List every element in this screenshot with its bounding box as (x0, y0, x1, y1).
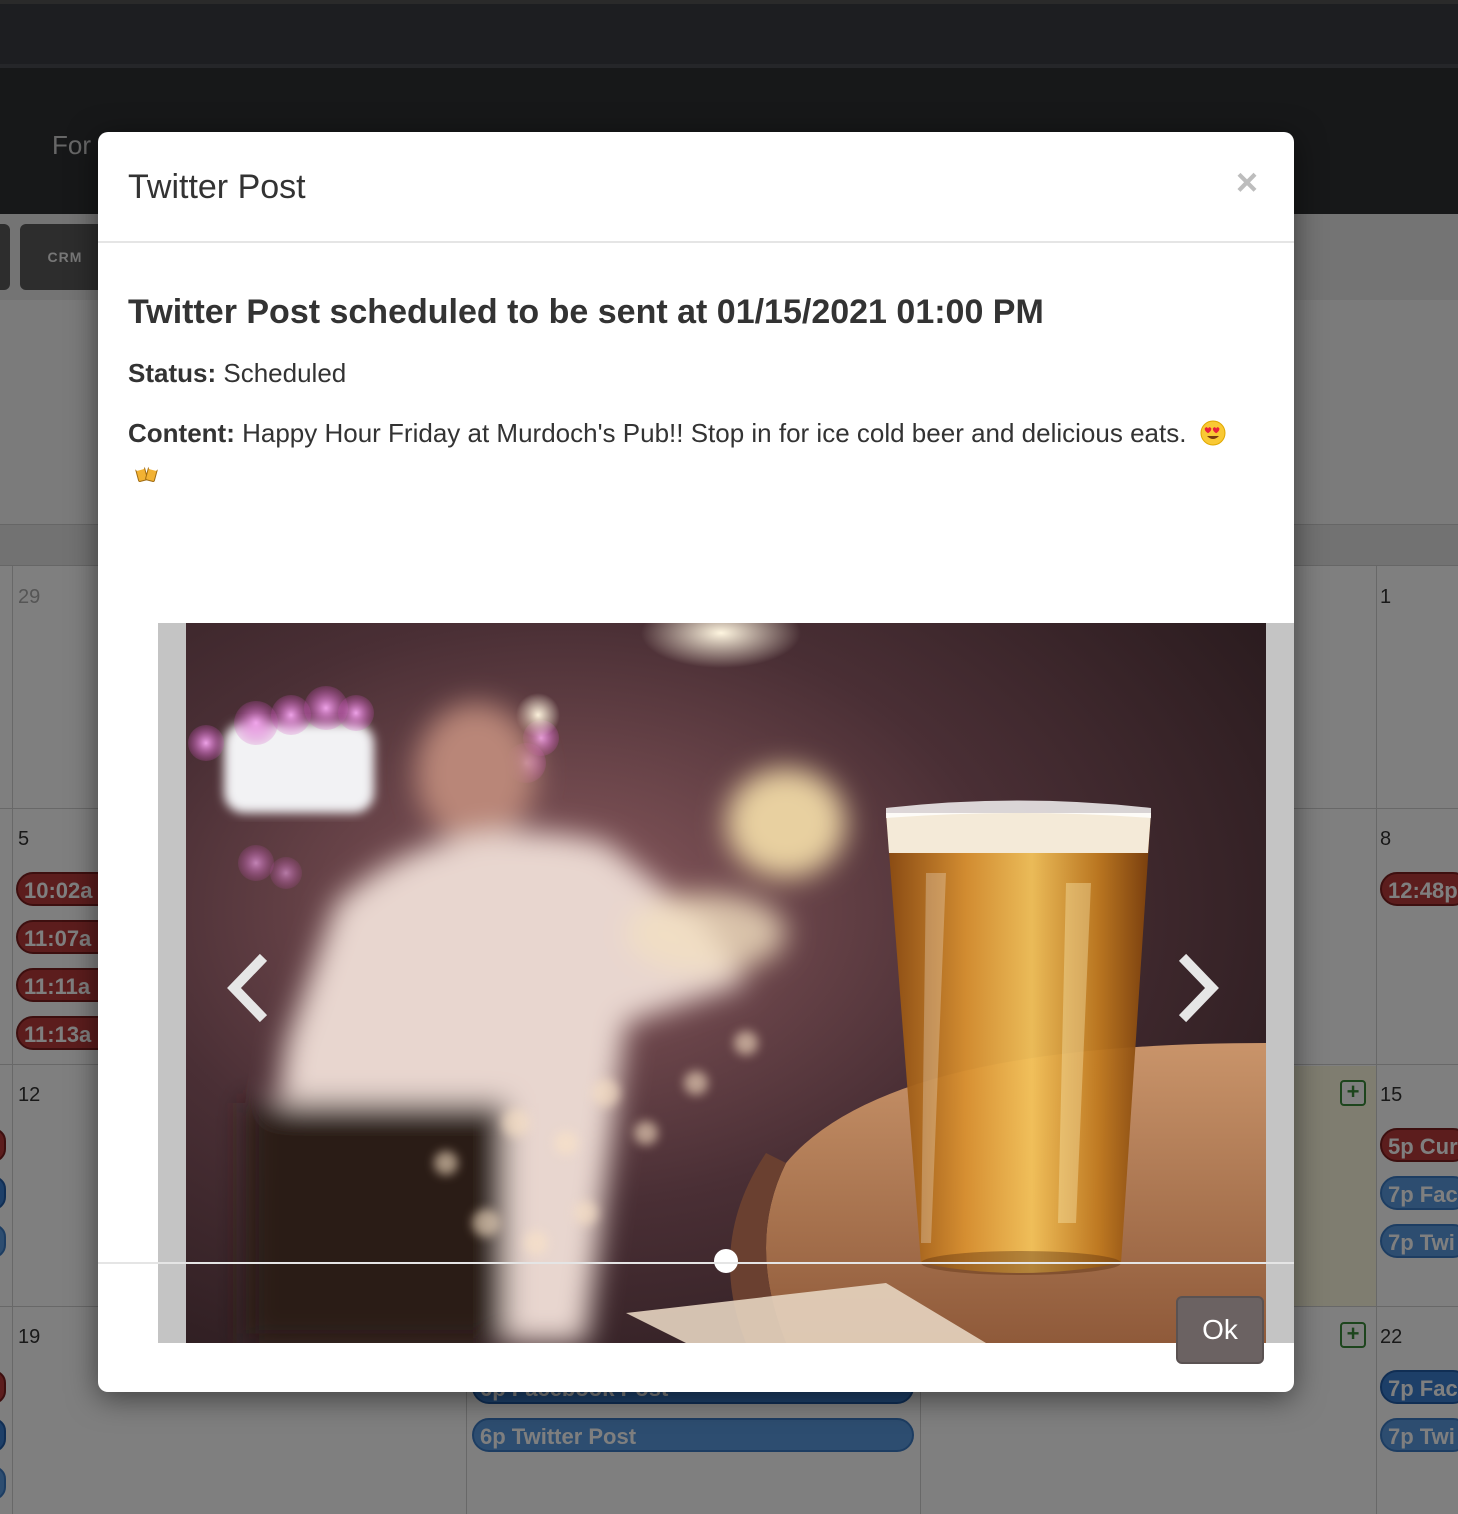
modal-footer: Ok (98, 1262, 1294, 1392)
beer-photo-image (186, 623, 1266, 1343)
chevron-left-icon[interactable] (222, 953, 272, 1023)
content-label: Content: (128, 418, 235, 448)
beer-photo (186, 623, 1266, 1343)
modal-header: Twitter Post × (98, 132, 1294, 243)
ok-button[interactable]: Ok (1176, 1296, 1264, 1364)
content-text: Happy Hour Friday at Murdoch's Pub!! Sto… (242, 418, 1187, 448)
content-row: Content: Happy Hour Friday at Murdoch's … (128, 413, 1248, 493)
twitter-post-modal: Twitter Post × Twitter Post scheduled to… (98, 132, 1294, 1392)
beer-mugs-emoji-icon (135, 465, 158, 482)
chevron-right-icon[interactable] (1174, 953, 1224, 1023)
heart-eyes-emoji-icon (1200, 420, 1226, 446)
schedule-headline: Twitter Post scheduled to be sent at 01/… (128, 293, 1044, 331)
status-value: Scheduled (223, 358, 347, 388)
modal-title: Twitter Post (128, 168, 306, 206)
status-row: Status: Scheduled (128, 353, 346, 393)
status-label: Status: (128, 358, 217, 388)
close-button[interactable]: × (1230, 162, 1264, 204)
image-carousel (158, 623, 1294, 1343)
